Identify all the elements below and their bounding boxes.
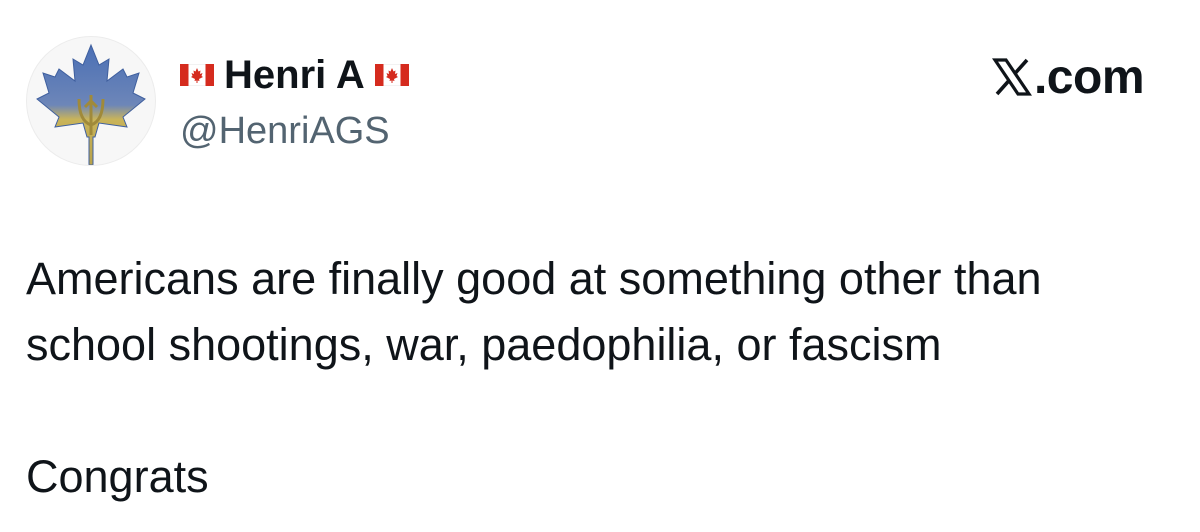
brand-suffix: .com — [1033, 50, 1145, 104]
post-text-line: Americans are finally good at something … — [26, 253, 1042, 304]
post-text-line: school shootings, war, paedophilia, or f… — [26, 319, 942, 370]
canada-flag-icon — [374, 64, 409, 86]
display-name: Henri A — [224, 53, 365, 97]
post-text: Americans are finally good at something … — [26, 246, 1186, 510]
post-closing-line: Congrats — [26, 451, 209, 502]
maple-leaf-trident-icon — [36, 43, 146, 165]
display-name-row[interactable]: Henri A — [180, 50, 409, 100]
canada-flag-icon — [180, 64, 214, 86]
avatar[interactable] — [26, 36, 156, 166]
x-logo-icon — [991, 57, 1032, 97]
brand-logo[interactable]: .com — [991, 50, 1145, 104]
user-handle[interactable]: @HenriAGS — [180, 108, 390, 154]
